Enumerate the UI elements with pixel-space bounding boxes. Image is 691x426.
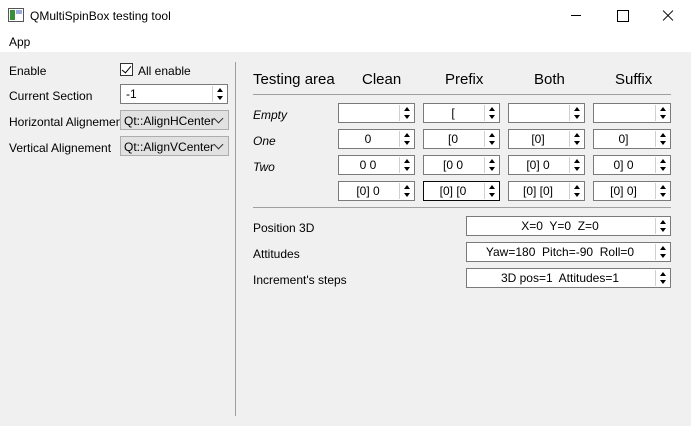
header-clean: Clean <box>362 71 402 88</box>
header-both: Both <box>534 71 565 88</box>
menu-app[interactable]: App <box>9 35 30 49</box>
row-label-two: Two <box>253 160 275 174</box>
close-button[interactable] <box>645 0 691 31</box>
spinbox-row4-clean[interactable]: [0] 0 <box>338 181 415 201</box>
header-divider <box>253 94 671 95</box>
spinbox-two-both[interactable]: [0] 0 <box>508 155 585 175</box>
row-label-empty: Empty <box>253 108 288 122</box>
all-enable-label[interactable]: All enable <box>138 64 191 78</box>
spinbox-one-prefix[interactable]: [0 <box>423 129 500 149</box>
menu-bar: App <box>0 31 691 52</box>
spinbox-one-both[interactable]: [0] <box>508 129 585 149</box>
splitter[interactable] <box>235 62 236 416</box>
spin-arrows[interactable] <box>212 86 226 102</box>
header-testing-area: Testing area <box>253 71 335 88</box>
spinbox-two-clean[interactable]: 0 0 <box>338 155 415 175</box>
spinbox-two-prefix[interactable]: [0 0 <box>423 155 500 175</box>
spinbox-row4-suffix[interactable]: [0] 0] <box>593 181 671 201</box>
current-section-spinbox[interactable]: -1 <box>120 84 228 104</box>
halign-value: Qt::AlignHCenter <box>124 114 215 128</box>
valign-combobox[interactable]: Qt::AlignVCenter <box>120 136 229 156</box>
current-section-label: Current Section <box>9 89 93 103</box>
enable-label: Enable <box>9 64 47 78</box>
row-label-one: One <box>253 134 276 148</box>
chevron-down-icon <box>213 139 224 150</box>
spinbox-empty-suffix[interactable] <box>593 103 671 123</box>
spinbox-two-suffix[interactable]: 0] 0 <box>593 155 671 175</box>
spinbox-empty-clean[interactable] <box>338 103 415 123</box>
minimize-button[interactable] <box>553 0 599 31</box>
position-3d-spinbox[interactable]: X=0 Y=0 Z=0 <box>466 216 671 236</box>
increment-steps-spinbox[interactable]: 3D pos=1 Attitudes=1 <box>466 268 671 288</box>
spinbox-empty-both[interactable] <box>508 103 585 123</box>
increment-steps-label: Increment's steps <box>253 273 347 287</box>
current-section-value: -1 <box>126 87 137 101</box>
spinbox-one-clean[interactable]: 0 <box>338 129 415 149</box>
chevron-down-icon <box>213 113 224 124</box>
header-suffix: Suffix <box>615 71 653 88</box>
spinbox-empty-prefix[interactable]: [ <box>423 103 500 123</box>
header-prefix: Prefix <box>445 71 484 88</box>
maximize-button[interactable] <box>599 0 645 31</box>
valign-label: Vertical Alignement <box>9 141 112 155</box>
app-icon <box>8 8 24 22</box>
spinbox-row4-prefix[interactable]: [0] [0 <box>423 181 500 201</box>
halign-combobox[interactable]: Qt::AlignHCenter <box>120 110 229 130</box>
all-enable-checkbox[interactable] <box>120 63 133 76</box>
attitudes-label: Attitudes <box>253 247 300 261</box>
attitudes-spinbox[interactable]: Yaw=180 Pitch=-90 Roll=0 <box>466 242 671 262</box>
position-3d-label: Position 3D <box>253 221 315 235</box>
halign-label: Horizontal Alignement <box>9 115 126 129</box>
grid-divider <box>253 207 671 208</box>
spinbox-row4-both[interactable]: [0] [0] <box>508 181 585 201</box>
main-content: Enable All enable Current Section -1 Hor… <box>0 52 691 426</box>
window-title: QMultiSpinBox testing tool <box>30 9 171 23</box>
valign-value: Qt::AlignVCenter <box>124 140 215 154</box>
title-bar: QMultiSpinBox testing tool <box>0 0 691 31</box>
spinbox-one-suffix[interactable]: 0] <box>593 129 671 149</box>
